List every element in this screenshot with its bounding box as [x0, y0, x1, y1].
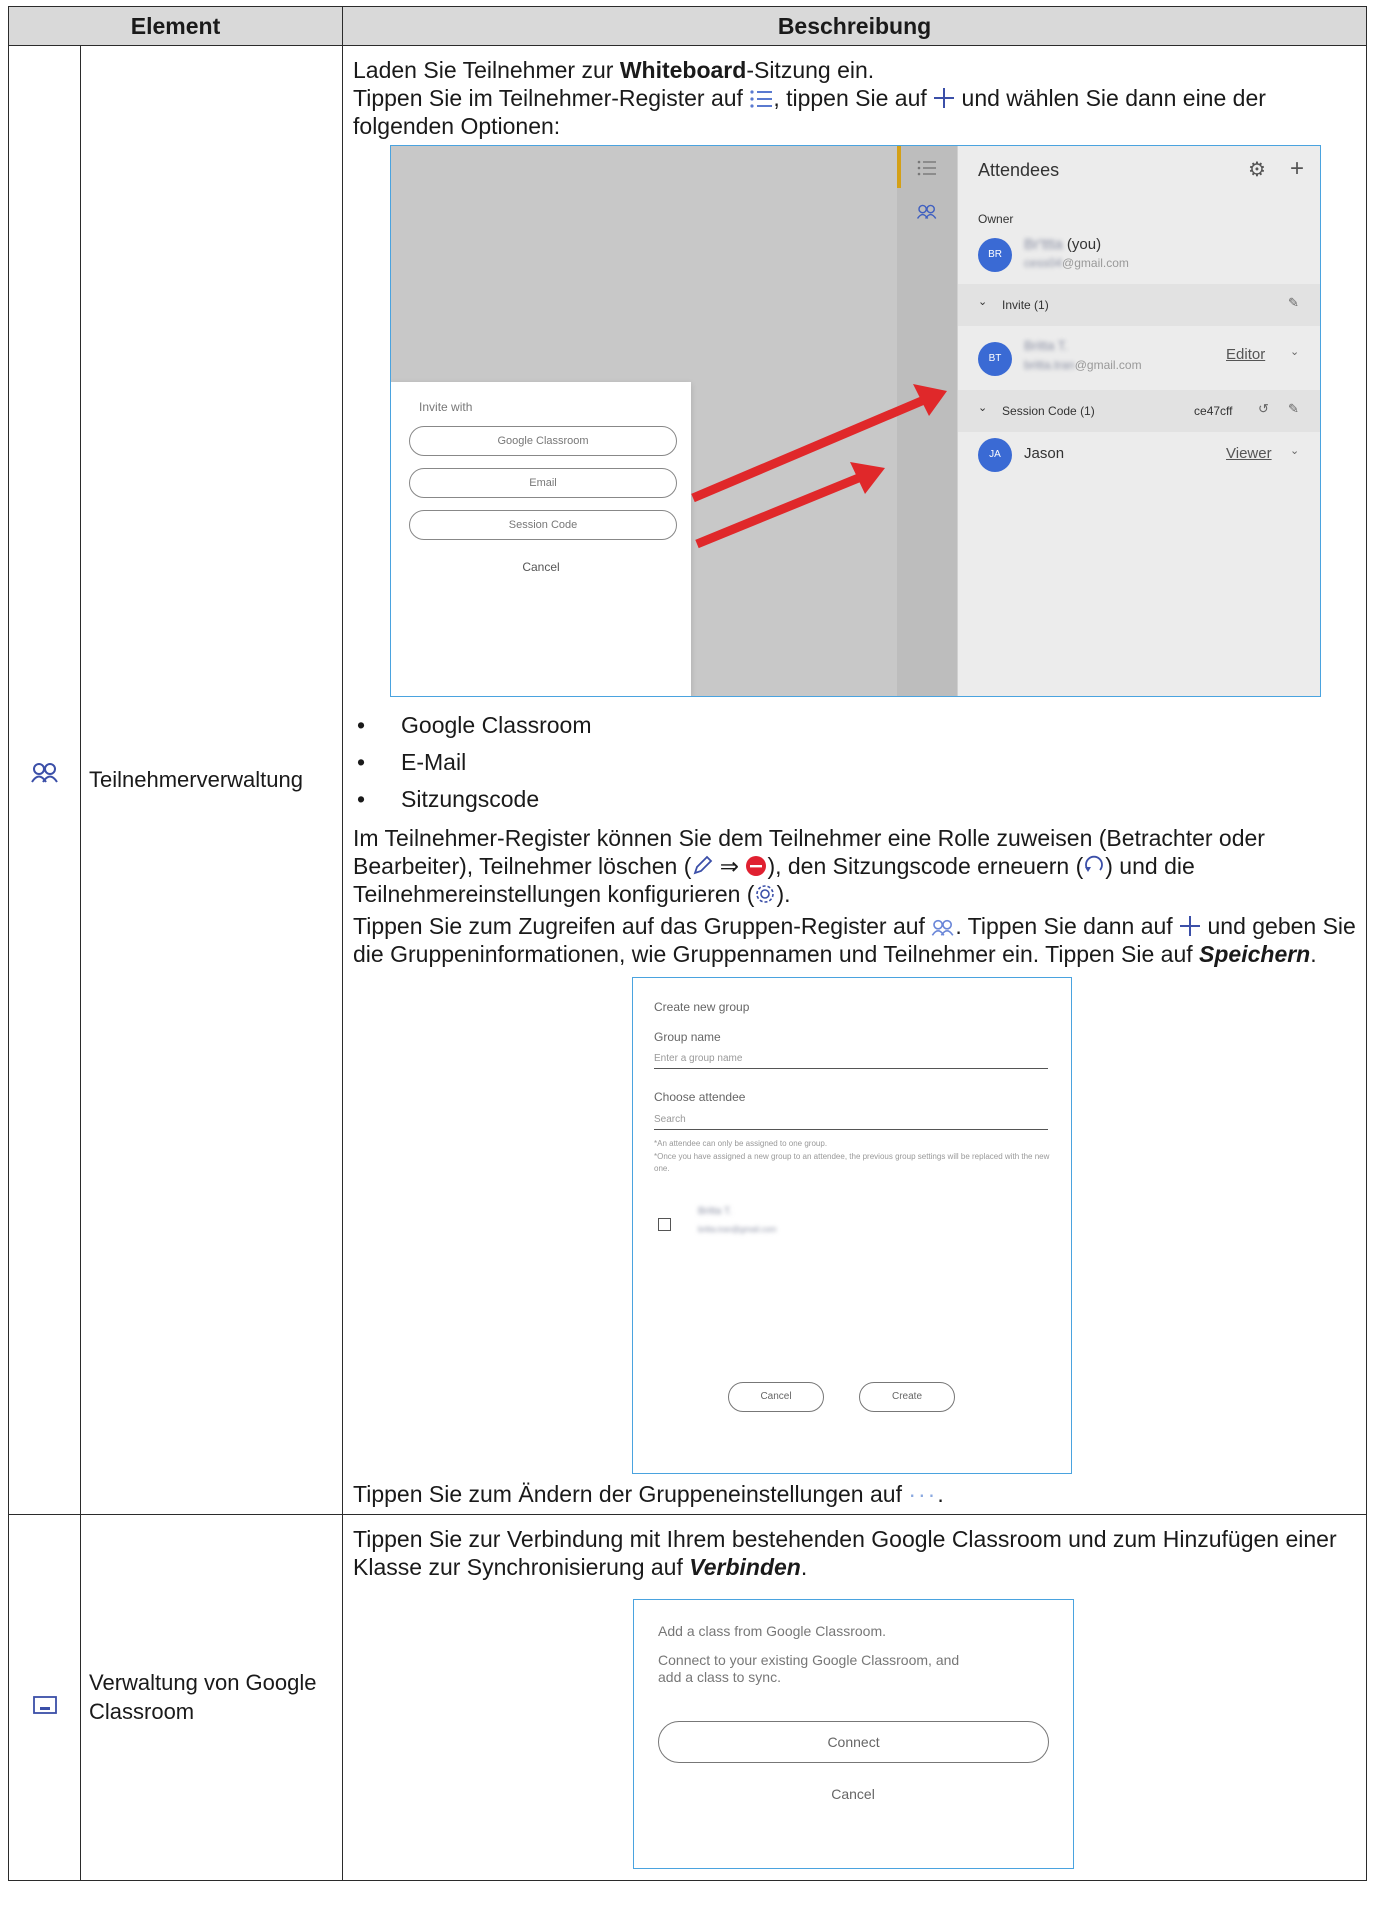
more-icon: ··· — [908, 1481, 938, 1508]
dialog-title: Add a class from Google Classroom. — [658, 1622, 886, 1639]
note-two: *Once you have assigned a new group to a… — [654, 1152, 1050, 1173]
attendee-checkbox[interactable] — [658, 1218, 672, 1232]
input-underline — [654, 1068, 1049, 1070]
refresh-icon — [1085, 856, 1104, 873]
attendee-email: britta.tran@gmail.com — [698, 1225, 777, 1235]
attendee-name: Britta T. — [698, 1206, 732, 1218]
add-class-screenshot: Add a class from Google Classroom. Conne… — [633, 1598, 1075, 1869]
settings-paragraph: Tippen Sie zum Ändern der Gruppeneinstel… — [353, 1481, 944, 1508]
invite-options-list: Google Classroom E-Mail Sitzungscode — [353, 707, 1356, 818]
row-description: Laden Sie Teilnehmer zur Whiteboard-Sitz… — [342, 44, 1367, 1516]
input-underline — [654, 1129, 1049, 1131]
cancel-button[interactable]: Cancel — [634, 1786, 1072, 1803]
note-one: *An attendee can only be assigned to one… — [654, 1139, 828, 1149]
choose-attendee-label: Choose attendee — [654, 1090, 746, 1105]
search-input[interactable]: Search — [654, 1114, 686, 1126]
roles-paragraph: Im Teilnehmer-Register können Sie dem Te… — [353, 825, 1265, 908]
attendees-screenshot: Attendees ⚙ + Owner BR Br'ttta (you) ces… — [390, 145, 1322, 698]
delete-icon — [746, 856, 767, 877]
attendees-icon — [30, 763, 58, 783]
list-icon — [750, 90, 773, 108]
row-description: Tippen Sie zur Verbindung mit Ihrem best… — [342, 1514, 1367, 1882]
cancel-button[interactable]: Cancel — [728, 1382, 825, 1413]
groups-icon — [931, 920, 954, 937]
classroom-paragraph: Tippen Sie zur Verbindung mit Ihrem best… — [353, 1526, 1337, 1581]
table-header-row: Element Beschreibung — [7, 6, 1367, 46]
connect-button[interactable]: Connect — [658, 1720, 1050, 1763]
dialog-text: Connect to your existing Google Classroo… — [658, 1651, 960, 1686]
row-name-cell: Teilnehmerverwaltung — [79, 44, 344, 1516]
row-icon-cell — [8, 1514, 81, 1882]
row-icon-cell — [8, 44, 81, 1516]
list-item: E-Mail — [353, 744, 1356, 781]
create-button[interactable]: Create — [859, 1382, 956, 1413]
plus-icon — [1180, 916, 1201, 937]
row-name: Verwaltung von Google Classroom — [89, 1670, 317, 1724]
header-element: Element — [7, 6, 344, 46]
row-name-cell: Verwaltung von Google Classroom — [79, 1514, 344, 1882]
intro-paragraph: Laden Sie Teilnehmer zur Whiteboard-Sitz… — [353, 57, 875, 83]
plus-icon — [934, 88, 955, 109]
gear-icon — [756, 885, 775, 904]
classroom-icon — [32, 1696, 57, 1715]
callout-arrows — [691, 384, 948, 549]
list-item: Google Classroom — [353, 707, 1356, 744]
pencil-icon — [693, 855, 713, 875]
group-name-label: Group name — [654, 1030, 721, 1045]
dialog-title: Create new group — [654, 1000, 750, 1015]
table-row: Verwaltung von Google Classroom Tippen S… — [8, 1514, 1367, 1882]
header-description: Beschreibung — [342, 6, 1367, 46]
list-item: Sitzungscode — [353, 781, 1356, 818]
group-paragraph: Tippen Sie zum Zugreifen auf das Gruppen… — [353, 913, 1356, 968]
feature-table: Element Beschreibung Teilnehmerverwaltun… — [7, 6, 1367, 1882]
create-group-screenshot: Create new group Group name Enter a grou… — [632, 977, 1073, 1475]
table-row: Teilnehmerverwaltung Laden Sie Teilnehme… — [8, 44, 1367, 1516]
tap-paragraph: Tippen Sie im Teilnehmer-Register auf , … — [353, 85, 1266, 140]
group-name-input[interactable]: Enter a group name — [654, 1053, 742, 1065]
row-name: Teilnehmerverwaltung — [89, 766, 303, 792]
